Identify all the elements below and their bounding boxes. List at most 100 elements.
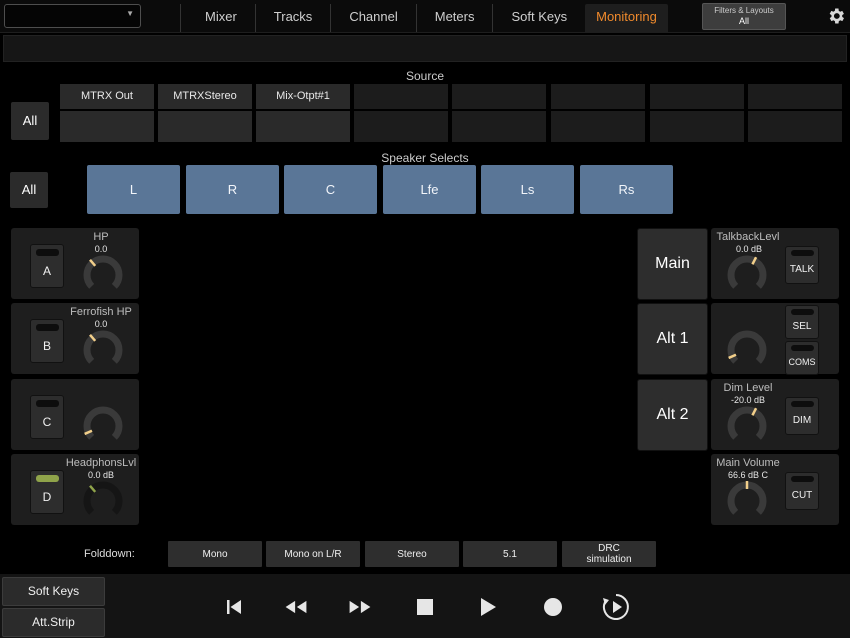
main-volume-knob[interactable]: [725, 479, 769, 523]
speaker-ls-button[interactable]: Ls: [481, 165, 574, 214]
talkback-panel: TalkbackLevl 0.0 dB TALK: [711, 228, 839, 299]
cue-a-button[interactable]: A: [30, 244, 64, 288]
folddown-stereo-button[interactable]: Stereo: [365, 541, 459, 567]
source-cell[interactable]: [452, 84, 546, 142]
cue-level-knob[interactable]: [81, 328, 125, 372]
cue-led: [36, 475, 59, 482]
cue-level-knob[interactable]: [81, 479, 125, 523]
talkback-level-knob[interactable]: [725, 253, 769, 297]
source-meter: [256, 111, 350, 142]
session-select[interactable]: ▼: [4, 4, 141, 28]
sel-led: [791, 309, 814, 315]
tab-meters[interactable]: Meters: [415, 4, 493, 32]
soft-keys-button[interactable]: Soft Keys: [2, 577, 105, 606]
record-icon[interactable]: [540, 594, 566, 620]
cue-button-label: D: [42, 490, 52, 504]
cut-button[interactable]: CUT: [785, 472, 819, 510]
speaker-rs-button[interactable]: Rs: [580, 165, 673, 214]
source-meter: [551, 111, 645, 142]
speaker-all-button[interactable]: All: [10, 172, 48, 208]
source-name: [452, 84, 546, 109]
source-name: Mix-Otpt#1: [256, 84, 350, 109]
dim-led: [791, 401, 814, 407]
speaker-r-button[interactable]: R: [186, 165, 279, 214]
cue-name: Ferrofish HP: [70, 306, 132, 318]
coms-led: [791, 345, 814, 351]
att-strip-button[interactable]: Att.Strip: [2, 608, 105, 637]
play-icon[interactable]: [475, 594, 501, 620]
cue-name: HeadphonsLvl: [65, 457, 137, 469]
source-label: Source: [405, 69, 445, 83]
coms-level-knob[interactable]: [725, 328, 769, 372]
sel-button-label: SEL: [792, 321, 812, 332]
nav-tabs: Mixer Tracks Channel Meters Soft Keys Mo…: [180, 4, 668, 32]
source-cell[interactable]: [354, 84, 448, 142]
source-all-button[interactable]: All: [11, 102, 49, 140]
main-volume-name: Main Volume: [716, 457, 780, 469]
cue-led: [36, 400, 59, 407]
loop-playback-icon[interactable]: [601, 592, 631, 622]
cue-panel-d: D HeadphonsLvl 0.0 dB: [11, 454, 139, 525]
source-cell[interactable]: MTRX Out: [60, 84, 154, 142]
dim-panel: Dim Level -20.0 dB DIM: [711, 379, 839, 450]
speaker-lfe-button[interactable]: Lfe: [383, 165, 476, 214]
filters-title: Filters & Layouts: [714, 6, 774, 15]
monitor-alt1-button[interactable]: Alt 1: [637, 303, 708, 375]
folddown-mono-lr-button[interactable]: Mono on L/R: [266, 541, 360, 567]
cue-panel-a: A HP 0.0: [11, 228, 139, 299]
cue-level-knob[interactable]: [81, 253, 125, 297]
monitor-alt2-button[interactable]: Alt 2: [637, 379, 708, 451]
source-name: [650, 84, 744, 109]
source-cell[interactable]: [650, 84, 744, 142]
dim-level-knob[interactable]: [725, 404, 769, 448]
sel-coms-panel: SEL COMS: [711, 303, 839, 375]
gear-icon[interactable]: [826, 6, 846, 26]
rewind-to-start-icon[interactable]: [221, 594, 247, 620]
sel-button[interactable]: SEL: [785, 305, 819, 339]
speaker-l-button[interactable]: L: [87, 165, 180, 214]
dim-name: Dim Level: [723, 382, 773, 394]
cue-led: [36, 324, 59, 331]
cue-level-knob[interactable]: [81, 404, 125, 448]
fast-forward-icon[interactable]: [347, 594, 373, 620]
source-meter: [650, 111, 744, 142]
tab-soft-keys[interactable]: Soft Keys: [492, 4, 585, 32]
dim-button[interactable]: DIM: [785, 397, 819, 435]
source-cell[interactable]: [551, 84, 645, 142]
rewind-icon[interactable]: [283, 594, 309, 620]
speaker-c-button[interactable]: C: [284, 165, 377, 214]
filters-layouts-button[interactable]: Filters & Layouts All: [702, 3, 786, 30]
folddown-label: Folddown:: [84, 548, 135, 560]
cue-name: HP: [93, 231, 109, 243]
tab-channel[interactable]: Channel: [330, 4, 415, 32]
cut-led: [791, 476, 814, 482]
stop-icon[interactable]: [412, 594, 438, 620]
cue-b-button[interactable]: B: [30, 319, 64, 363]
chevron-down-icon: ▼: [126, 9, 134, 18]
source-cell[interactable]: [748, 84, 842, 142]
folddown-drc-button[interactable]: DRC simulation: [562, 541, 656, 567]
source-meter: [158, 111, 252, 142]
folddown-mono-button[interactable]: Mono: [168, 541, 262, 567]
source-name: [748, 84, 842, 109]
tab-tracks[interactable]: Tracks: [254, 4, 331, 32]
knob-track: [727, 481, 767, 515]
main-volume-panel: Main Volume 66.6 dB C CUT: [711, 454, 839, 525]
cue-button-label: A: [42, 264, 51, 278]
tab-monitoring[interactable]: Monitoring: [585, 4, 668, 32]
tab-mixer[interactable]: Mixer: [180, 4, 255, 32]
folddown-51-button[interactable]: 5.1: [463, 541, 557, 567]
dim-button-label: DIM: [792, 415, 812, 426]
source-meter: [354, 111, 448, 142]
cue-d-button[interactable]: D: [30, 470, 64, 514]
filters-value: All: [738, 16, 749, 26]
coms-button[interactable]: COMS: [785, 341, 819, 375]
talk-button[interactable]: TALK: [785, 246, 819, 284]
cue-c-button[interactable]: C: [30, 395, 64, 439]
source-cell[interactable]: Mix-Otpt#1: [256, 84, 350, 142]
source-name: MTRXStereo: [158, 84, 252, 109]
source-cell[interactable]: MTRXStereo: [158, 84, 252, 142]
source-name: MTRX Out: [60, 84, 154, 109]
knob-track: [727, 255, 767, 289]
monitor-main-button[interactable]: Main: [637, 228, 708, 300]
